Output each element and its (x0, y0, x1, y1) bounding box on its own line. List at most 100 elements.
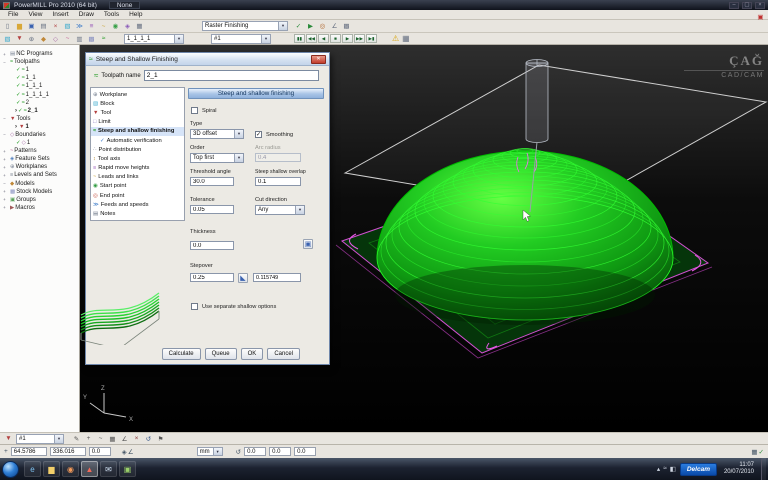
expander-icon[interactable]: + (2, 173, 7, 178)
explorer-item[interactable]: − ◇ Boundaries (0, 131, 79, 139)
strategy-selector-icon[interactable]: ◈ (122, 21, 133, 32)
active-toolpath-combo[interactable]: 1_1_1_1 (124, 33, 184, 44)
cut-direction-combo[interactable]: Any (255, 205, 305, 215)
grid-toggle-icon[interactable]: ▦ (751, 448, 757, 456)
taskbar-clock[interactable]: 11:07 20/07/2010 (724, 462, 754, 476)
smoothing-checkbox[interactable]: ✓ (255, 131, 262, 138)
explorer-item[interactable]: ✓ ◇ 1 (0, 139, 79, 147)
cursor-position-icon[interactable]: + (4, 448, 8, 455)
expander-icon[interactable]: − (2, 132, 7, 137)
tolerance-input[interactable] (190, 205, 234, 214)
explorer-item[interactable]: − ◆ Models (0, 180, 79, 188)
feed-rate-icon[interactable]: ≫ (74, 21, 85, 32)
stepover-input[interactable] (190, 273, 234, 282)
simulation-warning-icon[interactable]: ⚠ (392, 34, 399, 43)
start-button[interactable] (2, 460, 19, 478)
explorer-item[interactable]: › ▼ 1 (0, 123, 79, 131)
tray-expand-icon[interactable]: ▴ (657, 465, 660, 473)
delete-icon[interactable]: × (131, 433, 142, 444)
explorer-item[interactable]: + ⊕ Workplanes (0, 163, 79, 171)
close-button[interactable]: × (755, 1, 765, 9)
sim-forward-icon[interactable]: ▶▶ (354, 34, 365, 43)
angle-icon[interactable]: ∠ (128, 448, 134, 456)
dialog-tree-item[interactable]: ◉ Start point (91, 182, 184, 191)
measure-icon[interactable]: ∠ (329, 21, 340, 32)
rapid-heights-icon[interactable]: ≡ (86, 21, 97, 32)
thickness-input[interactable] (190, 241, 234, 250)
sim-stop-icon[interactable]: ■ (330, 34, 341, 43)
calculator-icon[interactable]: ▦ (134, 21, 145, 32)
thickness-options-icon[interactable]: ▣ (303, 239, 313, 249)
expander-icon[interactable]: − (2, 181, 7, 186)
expander-icon[interactable]: + (2, 197, 7, 202)
order-combo[interactable]: Top first (190, 153, 244, 163)
nc-program-icon[interactable]: ▥ (74, 33, 85, 44)
sim-back-icon[interactable]: ◀ (318, 34, 329, 43)
cancel-button[interactable]: Cancel (267, 348, 300, 360)
tool-select-combo[interactable]: #1 (16, 433, 64, 444)
dialog-tree-item[interactable]: ✓ Automatic verification (91, 136, 184, 145)
sim-settings-icon[interactable]: ▦ (402, 34, 410, 43)
explorer-item[interactable]: − ▼ Tools (0, 115, 79, 123)
block-icon[interactable]: ▧ (2, 33, 13, 44)
explorer-item[interactable]: − ≈ Toolpaths (0, 58, 79, 66)
expander-icon[interactable]: + (2, 189, 7, 194)
expander-icon[interactable]: + (2, 149, 7, 154)
active-tool-combo[interactable]: #1 (211, 33, 271, 44)
windows-explorer-icon[interactable]: ▆ (43, 461, 60, 477)
pattern-icon[interactable]: ~ (62, 33, 73, 44)
menu-item[interactable]: Insert (47, 10, 73, 19)
expander-icon[interactable]: + (2, 52, 7, 57)
explorer-item[interactable]: ✓ ≈ 1_1 (0, 74, 79, 82)
delete-entity-icon[interactable]: × (50, 21, 61, 32)
refresh-icon[interactable]: ↺ (143, 433, 154, 444)
toolpath-name-input[interactable] (143, 70, 319, 81)
dialog-title-bar[interactable]: ≈ Steep and Shallow Finishing ✕ (86, 53, 329, 66)
curve-editor-icon[interactable]: ~ (95, 433, 106, 444)
workplane-icon[interactable]: ⊕ (26, 33, 37, 44)
volume-icon[interactable]: ◧ (670, 465, 676, 473)
edit-toolpath-icon[interactable]: ✎ (71, 433, 82, 444)
threshold-angle-input[interactable] (190, 177, 234, 186)
expander-icon[interactable]: + (2, 165, 7, 170)
show-desktop-button[interactable] (761, 458, 766, 480)
type-combo[interactable]: 3D offset (190, 129, 244, 139)
measure-icon[interactable]: ∠ (119, 433, 130, 444)
simulation-icon[interactable]: ▶ (305, 21, 316, 32)
save-project-icon[interactable]: ▣ (26, 21, 37, 32)
sim-step-back-icon[interactable]: ◀◀ (306, 34, 317, 43)
calculate-button[interactable]: Calculate (161, 348, 201, 360)
dialog-tree-item[interactable]: ▤ Notes (91, 209, 184, 218)
separate-shallow-checkbox[interactable] (191, 303, 198, 310)
menu-item[interactable]: File (3, 10, 23, 19)
new-project-icon[interactable]: ▯ (2, 21, 13, 32)
explorer-item[interactable]: ✓ ≈ 1 (0, 66, 79, 74)
viewmill-icon[interactable]: ◎ (317, 21, 328, 32)
queue-button[interactable]: Queue (204, 348, 237, 360)
menu-item[interactable]: View (23, 10, 47, 19)
dialog-tree-item[interactable]: ⊕ Workplane (91, 90, 184, 99)
snap-icon[interactable]: ◈ (122, 448, 127, 456)
expander-icon[interactable]: + (2, 157, 7, 162)
print-icon[interactable]: ▤ (38, 21, 49, 32)
add-icon[interactable]: + (83, 433, 94, 444)
model-icon[interactable]: ◆ (38, 33, 49, 44)
ok-button[interactable]: OK (240, 348, 264, 360)
grid-icon[interactable]: ▦ (107, 433, 118, 444)
document-icon[interactable]: ✉ (100, 461, 117, 477)
dialog-tree-item[interactable]: ≫ Feeds and speeds (91, 200, 184, 209)
dialog-tree-item[interactable]: ▧ Block (91, 99, 184, 108)
flag-icon[interactable]: ⚑ (155, 433, 166, 444)
explorer-item[interactable]: + ◈ Feature Sets (0, 155, 79, 163)
refresh-icon[interactable]: ↺ (236, 448, 241, 456)
explorer-item[interactable]: + ≡ Levels and Sets (0, 171, 79, 179)
minimize-button[interactable]: – (729, 1, 739, 9)
explorer-item[interactable]: + ▤ NC Programs (0, 50, 79, 58)
explorer-item[interactable]: + ▶ Macros (0, 204, 79, 212)
spiral-checkbox[interactable] (191, 107, 198, 114)
menu-item[interactable]: Tools (99, 10, 124, 19)
leads-links-icon[interactable]: ~ (98, 21, 109, 32)
dialog-tree-item[interactable]: ◎ End point (91, 191, 184, 200)
paf-status-icon[interactable]: ▣ (755, 11, 766, 22)
explorer-item[interactable]: ✓ ≈ 1_1_1 (0, 82, 79, 90)
